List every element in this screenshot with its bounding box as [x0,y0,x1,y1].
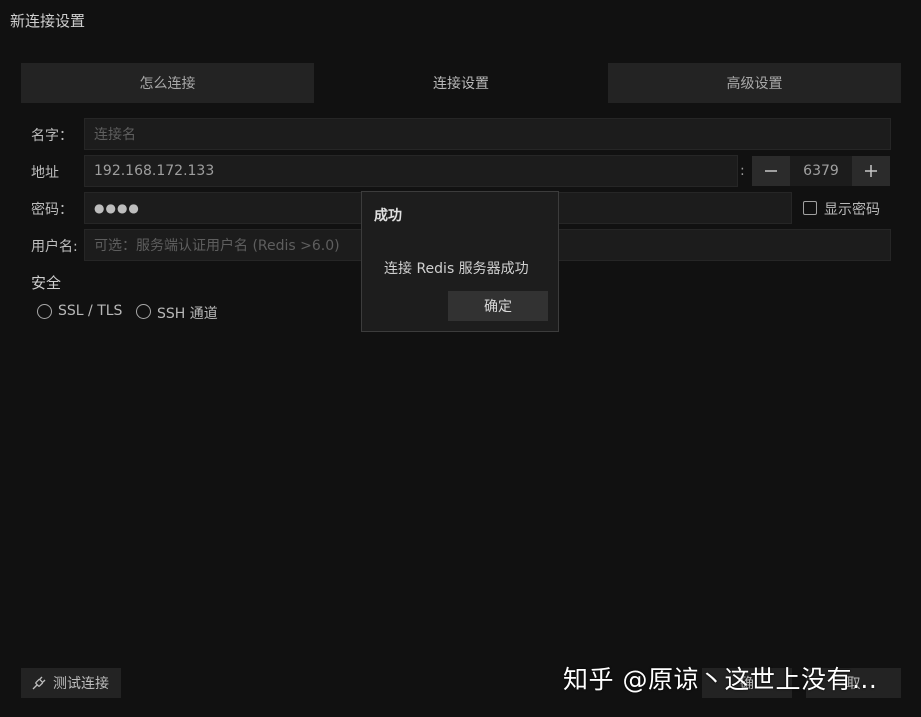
tab-connection-settings[interactable]: 连接设置 [315,63,608,103]
minus-icon [765,170,777,172]
name-placeholder: 连接名 [94,127,136,143]
port-separator: : [740,163,745,179]
ssl-tls-radio[interactable] [37,304,52,319]
name-label: 名字： [31,128,73,144]
address-input[interactable]: 192.168.172.133 [84,155,738,187]
ssh-tunnel-radio[interactable] [136,304,151,319]
new-connection-window: 新连接设置 怎么连接 连接设置 高级设置 名字： 连接名 地址 192.168.… [0,0,921,717]
security-section-title: 安全 [31,274,62,292]
port-input[interactable]: 6379 [790,156,852,186]
plus-icon [865,165,877,177]
password-value: ●●●● [94,201,140,215]
password-label: 密码： [31,202,73,218]
ssh-tunnel-label: SSH 通道 [157,306,218,322]
dialog-ok-button[interactable]: 确定 [448,291,548,321]
test-connection-label: 测试连接 [53,676,109,692]
window-title: 新连接设置 [10,12,86,30]
dialog-message: 连接 Redis 服务器成功 [384,261,529,277]
watermark: 知乎 @原谅丶这世上没有... [563,665,878,694]
username-placeholder: 可选：服务端认证用户名 (Redis >6.0) [94,238,340,254]
port-decrement-button[interactable] [752,156,790,186]
success-dialog: 成功 连接 Redis 服务器成功 确定 [361,191,559,332]
address-label: 地址 [31,165,59,181]
show-password-checkbox[interactable] [803,201,817,215]
dialog-title: 成功 [374,208,402,224]
tab-bar: 怎么连接 连接设置 高级设置 [21,63,901,103]
tab-how-to-connect[interactable]: 怎么连接 [21,63,314,103]
plug-icon [32,676,46,690]
username-label: 用户名: [31,239,78,255]
port-increment-button[interactable] [852,156,890,186]
ssl-tls-label: SSL / TLS [58,303,123,319]
address-value: 192.168.172.133 [94,163,215,179]
show-password-label: 显示密码 [824,202,880,218]
tab-advanced-settings[interactable]: 高级设置 [608,63,901,103]
test-connection-button[interactable]: 测试连接 [21,668,121,698]
name-input[interactable]: 连接名 [84,118,891,150]
